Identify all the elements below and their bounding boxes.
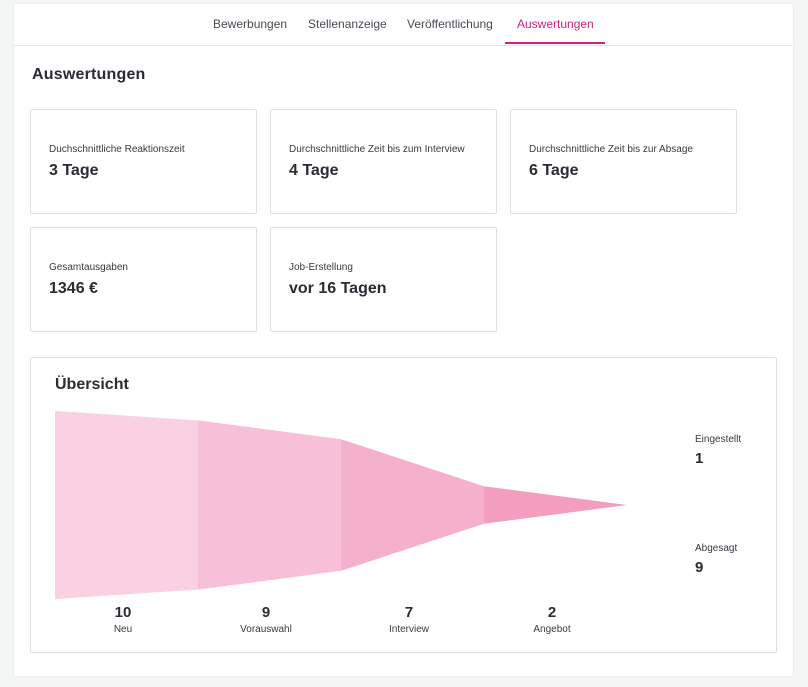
- stat-label: Durchschnittliche Zeit bis zur Absage: [529, 144, 693, 155]
- stat-value: vor 16 Tagen: [289, 280, 387, 297]
- funnel-label-vorauswahl: Vorauswahl: [240, 624, 292, 635]
- main-panel: Bewerbungen Stellenanzeige Veröffentlich…: [14, 4, 793, 676]
- rejected-label: Abgesagt: [695, 543, 738, 554]
- stat-value: 1346 €: [49, 280, 98, 297]
- funnel-count-angebot: 2: [547, 604, 557, 621]
- stat-label: Gesamtausgaben: [49, 262, 128, 273]
- stat-card-job-created: Job-Erstellung vor 16 Tagen: [270, 227, 497, 332]
- funnel-segment-angebot: [484, 486, 627, 524]
- tab-veroeffentlichung[interactable]: Veröffentlichung: [407, 17, 493, 31]
- stat-value: 6 Tage: [529, 162, 579, 179]
- tab-bewerbungen[interactable]: Bewerbungen: [213, 17, 287, 31]
- funnel-label-interview: Interview: [388, 624, 429, 635]
- tab-auswertungen[interactable]: Auswertungen: [517, 17, 594, 31]
- tab-stellenanzeige[interactable]: Stellenanzeige: [308, 17, 387, 31]
- funnel-count-interview: 7: [404, 604, 414, 621]
- tab-bar: Bewerbungen Stellenanzeige Veröffentlich…: [14, 4, 793, 46]
- stat-value: 4 Tage: [289, 162, 339, 179]
- stat-card-time-to-interview: Durchschnittliche Zeit bis zum Interview…: [270, 109, 497, 214]
- funnel-count-neu: 10: [114, 604, 132, 621]
- active-tab-indicator: [505, 42, 605, 44]
- funnel-segment-neu: [55, 411, 198, 599]
- stat-value: 3 Tage: [49, 162, 99, 179]
- stat-card-time-to-rejection: Durchschnittliche Zeit bis zur Absage 6 …: [510, 109, 737, 214]
- funnel-count-vorauswahl: 9: [261, 604, 271, 621]
- funnel-label-neu: Neu: [113, 624, 133, 635]
- rejected-value: 9: [695, 559, 704, 576]
- page-title: Auswertungen: [32, 66, 146, 83]
- stat-card-total-spend: Gesamtausgaben 1346 €: [30, 227, 257, 332]
- hired-value: 1: [695, 450, 704, 467]
- stat-label: Job-Erstellung: [289, 262, 353, 273]
- stat-label: Durchschnittliche Zeit bis zum Interview: [289, 144, 465, 155]
- overview-card: Übersicht 10 Neu 9 Vorauswahl 7 Interview 2 Ang…: [30, 357, 777, 653]
- stat-label: Duchschnittliche Reaktionszeit: [49, 144, 185, 155]
- hired-label: Eingestellt: [695, 434, 742, 445]
- funnel-label-angebot: Angebot: [533, 624, 571, 635]
- funnel-segment-interview: [341, 439, 484, 571]
- stat-card-reaction-time: Duchschnittliche Reaktionszeit 3 Tage: [30, 109, 257, 214]
- funnel-segment-vorauswahl: [198, 420, 341, 590]
